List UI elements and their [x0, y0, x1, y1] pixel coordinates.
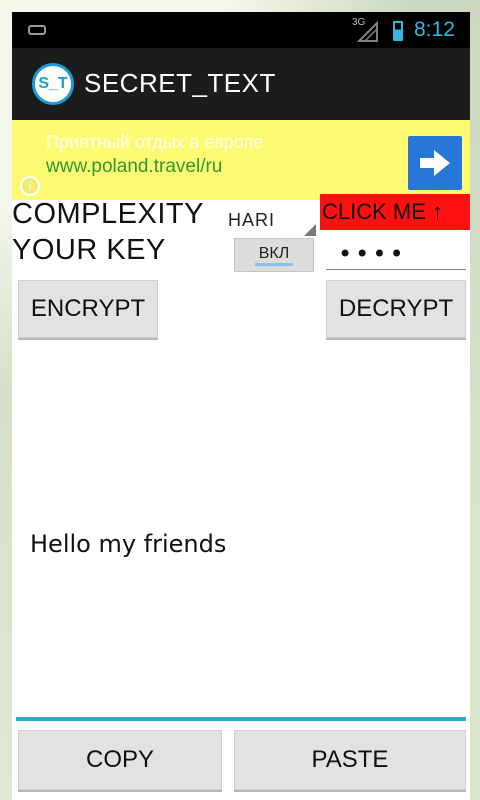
clock: 8:12	[414, 18, 455, 41]
paste-button[interactable]: PASTE	[234, 730, 466, 790]
encrypt-button[interactable]: ENCRYPT	[18, 280, 158, 338]
complexity-spinner[interactable]: HARI	[218, 204, 318, 238]
key-toggle-button[interactable]: ВКЛ	[234, 238, 314, 272]
app-icon: S_T	[32, 63, 74, 105]
device-frame: 3G 8:12 S_T SECRET_TEXT Приятный отдых в…	[0, 0, 480, 800]
message-text: Hello my friends	[30, 530, 227, 558]
ad-link[interactable]: www.poland.travel/ru	[46, 156, 222, 178]
phone-screen: 3G 8:12 S_T SECRET_TEXT Приятный отдых в…	[12, 12, 470, 800]
app-title: SECRET_TEXT	[84, 68, 276, 98]
ad-banner[interactable]: Приятный отдых в европе www.poland.trave…	[12, 120, 470, 200]
action-bar: S_T SECRET_TEXT	[12, 48, 470, 120]
toggle-indicator	[255, 263, 293, 266]
your-key-label: YOUR KEY	[12, 234, 166, 266]
click-me-button[interactable]: CLICK ME ↑	[320, 194, 470, 230]
message-textarea[interactable]: Hello my friends	[12, 346, 470, 721]
spinner-triangle-icon	[304, 224, 316, 236]
toggle-label: ВКЛ	[258, 245, 290, 262]
key-input[interactable]: ••••	[326, 234, 466, 270]
network-type-label: 3G	[352, 17, 366, 28]
battery-icon	[393, 21, 403, 41]
ad-info-icon[interactable]: i	[20, 176, 40, 196]
right-arrow-icon	[420, 150, 450, 176]
ad-arrow-button[interactable]	[408, 136, 462, 190]
decrypt-button[interactable]: DECRYPT	[326, 280, 466, 338]
complexity-value: HARI	[228, 210, 276, 230]
status-bar: 3G 8:12	[12, 12, 470, 48]
copy-button[interactable]: COPY	[18, 730, 222, 790]
keyboard-icon	[28, 25, 46, 35]
ad-headline[interactable]: Приятный отдых в европе	[46, 132, 264, 153]
complexity-label: COMPLEXITY	[12, 198, 204, 230]
signal-icon: 3G	[352, 17, 378, 43]
text-field-underline	[16, 717, 466, 721]
